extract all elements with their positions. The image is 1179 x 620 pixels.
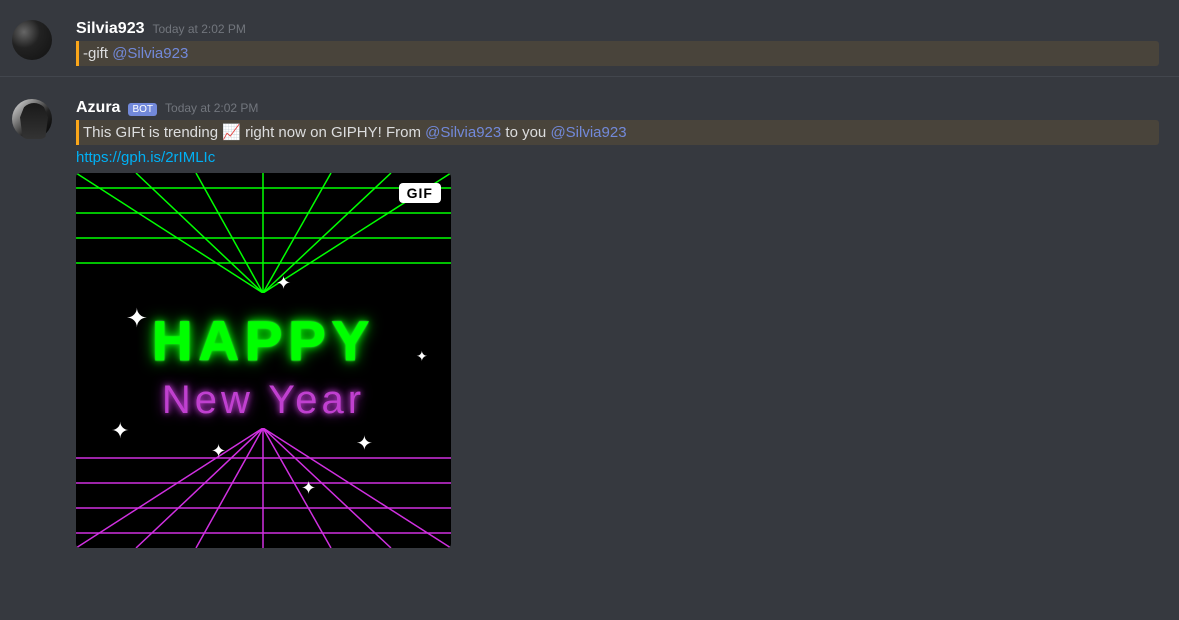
message-body-highlighted: This GIFt is trending 📈 right now on GIP… — [76, 120, 1159, 145]
gif-text-happy: HAPPY — [76, 308, 451, 373]
message-text: This GIFt is trending — [83, 124, 222, 141]
timestamp: Today at 2:02 PM — [153, 22, 246, 36]
timestamp: Today at 2:02 PM — [165, 101, 258, 115]
message-content: Silvia923 Today at 2:02 PM -gift @Silvia… — [76, 20, 1179, 66]
chart-emoji-icon: 📈 — [222, 124, 241, 141]
bot-tag: BOT — [128, 103, 157, 116]
link-row: https://gph.is/2rIMLIc — [76, 149, 1159, 167]
message-body-highlighted: -gift @Silvia923 — [76, 41, 1159, 66]
command-text: -gift — [83, 45, 112, 62]
username[interactable]: Azura — [76, 99, 120, 117]
gif-embed[interactable]: GIF — [76, 173, 451, 548]
message-content: Azura BOT Today at 2:02 PM This GIFt is … — [76, 99, 1179, 548]
message-header: Silvia923 Today at 2:02 PM — [76, 20, 1159, 38]
message-text: to you — [501, 124, 550, 141]
message-group: Azura BOT Today at 2:02 PM This GIFt is … — [0, 77, 1179, 548]
user-mention[interactable]: @Silvia923 — [112, 45, 188, 62]
message-group: Silvia923 Today at 2:02 PM -gift @Silvia… — [0, 0, 1179, 66]
user-mention[interactable]: @Silvia923 — [550, 124, 626, 141]
gif-badge: GIF — [399, 183, 441, 203]
embed-link[interactable]: https://gph.is/2rIMLIc — [76, 149, 215, 166]
message-header: Azura BOT Today at 2:02 PM — [76, 99, 1159, 117]
gif-text-newyear: New Year — [76, 378, 451, 423]
message-text: right now on GIPHY! From — [241, 124, 425, 141]
username[interactable]: Silvia923 — [76, 20, 145, 38]
avatar[interactable] — [12, 20, 52, 60]
avatar[interactable] — [12, 99, 52, 139]
user-mention[interactable]: @Silvia923 — [425, 124, 501, 141]
